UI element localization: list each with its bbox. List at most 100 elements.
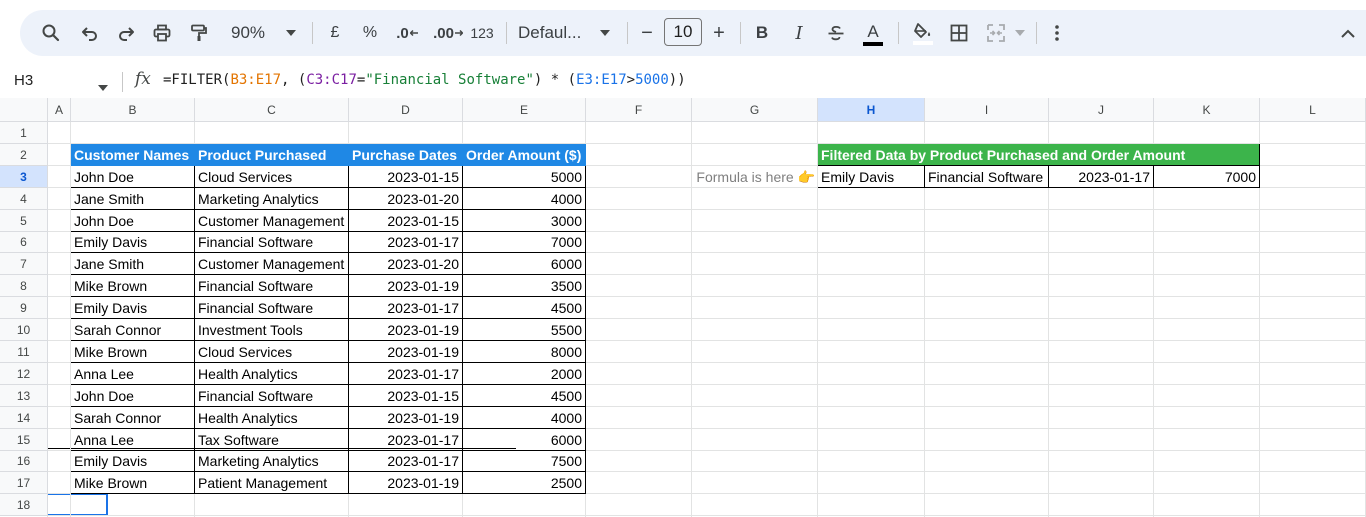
table-cell[interactable]: 2023-01-19 bbox=[349, 472, 463, 494]
font-family-select[interactable]: Defaul... bbox=[518, 10, 590, 56]
fill-color-button[interactable] bbox=[908, 10, 938, 56]
table-cell[interactable]: 7500 bbox=[463, 451, 586, 472]
table-cell[interactable]: Sarah Connor bbox=[71, 319, 195, 341]
decrease-font-size-button[interactable]: − bbox=[634, 10, 660, 56]
redo-button[interactable] bbox=[109, 10, 143, 56]
undo-button[interactable] bbox=[73, 10, 107, 56]
table-cell[interactable]: Investment Tools bbox=[195, 319, 349, 341]
table-cell[interactable]: 2023-01-17 bbox=[349, 297, 463, 319]
table-cell[interactable]: Anna Lee bbox=[71, 429, 195, 451]
table-cell[interactable]: 2023-01-19 bbox=[349, 319, 463, 341]
row-header-10[interactable]: 10 bbox=[0, 319, 48, 341]
row-header-13[interactable]: 13 bbox=[0, 385, 48, 407]
table-cell[interactable]: Customer Management bbox=[195, 253, 349, 275]
column-header-l[interactable]: L bbox=[1260, 98, 1366, 122]
table-cell[interactable]: 2023-01-17 bbox=[349, 363, 463, 385]
row-header-7[interactable]: 7 bbox=[0, 253, 48, 275]
table-cell[interactable]: 2023-01-15 bbox=[349, 210, 463, 232]
formula-input[interactable]: =FILTER(B3:E17, (C3:C17="Financial Softw… bbox=[163, 72, 686, 88]
table-cell[interactable]: 2023-01-17 bbox=[349, 451, 463, 472]
column-header-d[interactable]: D bbox=[349, 98, 463, 122]
table-cell[interactable]: John Doe bbox=[71, 385, 195, 407]
table-cell[interactable]: 3000 bbox=[463, 210, 586, 232]
row-header-3[interactable]: 3 bbox=[0, 166, 48, 188]
table-cell[interactable]: John Doe bbox=[71, 166, 195, 188]
row-header-4[interactable]: 4 bbox=[0, 188, 48, 210]
table-cell[interactable]: Health Analytics bbox=[195, 363, 349, 385]
table-cell[interactable]: 5000 bbox=[463, 166, 586, 188]
more-options-button[interactable] bbox=[1044, 10, 1070, 56]
print-button[interactable] bbox=[145, 10, 179, 56]
table-cell[interactable]: Marketing Analytics bbox=[195, 188, 349, 210]
table-cell[interactable]: Jane Smith bbox=[71, 253, 195, 275]
table-header-cell[interactable]: Order Amount ($) bbox=[463, 144, 586, 166]
text-color-button[interactable]: A bbox=[858, 10, 888, 56]
filtered-cell[interactable]: 7000 bbox=[1154, 166, 1260, 188]
table-cell[interactable]: 6000 bbox=[463, 253, 586, 275]
row-header-9[interactable]: 9 bbox=[0, 297, 48, 319]
filtered-cell[interactable]: 2023-01-17 bbox=[1049, 166, 1154, 188]
table-cell[interactable]: Mike Brown bbox=[71, 341, 195, 363]
table-cell[interactable]: 2023-01-19 bbox=[349, 407, 463, 429]
search-menus-button[interactable] bbox=[34, 10, 68, 56]
column-header-i[interactable]: I bbox=[925, 98, 1049, 122]
table-cell[interactable]: 2000 bbox=[463, 363, 586, 385]
table-cell[interactable]: 4500 bbox=[463, 297, 586, 319]
table-cell[interactable]: 7000 bbox=[463, 232, 586, 253]
merge-cells-button[interactable] bbox=[982, 10, 1010, 56]
table-cell[interactable]: Cloud Services bbox=[195, 166, 349, 188]
table-cell[interactable]: Emily Davis bbox=[71, 232, 195, 253]
table-cell[interactable]: 5500 bbox=[463, 319, 586, 341]
table-cell[interactable]: 2023-01-20 bbox=[349, 253, 463, 275]
decrease-decimals-button[interactable]: .0 bbox=[392, 10, 422, 56]
font-size-input[interactable]: 10 bbox=[664, 18, 702, 46]
table-cell[interactable]: Customer Management bbox=[195, 210, 349, 232]
table-cell[interactable]: Sarah Connor bbox=[71, 407, 195, 429]
name-box-dropdown[interactable] bbox=[98, 78, 108, 96]
bold-button[interactable]: B bbox=[748, 10, 776, 56]
more-formats-button[interactable]: 123 bbox=[467, 10, 497, 56]
column-header-c[interactable]: C bbox=[195, 98, 349, 122]
column-header-h[interactable]: H bbox=[818, 98, 925, 122]
paint-format-button[interactable] bbox=[182, 10, 216, 56]
row-header-6[interactable]: 6 bbox=[0, 232, 48, 253]
table-cell[interactable]: Mike Brown bbox=[71, 472, 195, 494]
table-cell[interactable]: Patient Management bbox=[195, 472, 349, 494]
table-cell[interactable]: Emily Davis bbox=[71, 297, 195, 319]
table-cell[interactable]: 3500 bbox=[463, 275, 586, 297]
table-cell[interactable]: Cloud Services bbox=[195, 341, 349, 363]
zoom-select[interactable]: 90% bbox=[223, 10, 273, 56]
row-header-8[interactable]: 8 bbox=[0, 275, 48, 297]
table-cell[interactable]: 6000 bbox=[463, 429, 586, 451]
table-cell[interactable]: Financial Software bbox=[195, 385, 349, 407]
filtered-cell[interactable]: Financial Software bbox=[925, 166, 1049, 188]
filtered-title-cell[interactable]: Filtered Data by Product Purchased and O… bbox=[818, 144, 1260, 166]
borders-button[interactable] bbox=[944, 10, 974, 56]
row-header-11[interactable]: 11 bbox=[0, 341, 48, 363]
table-cell[interactable]: John Doe bbox=[71, 210, 195, 232]
table-header-cell[interactable]: Purchase Dates bbox=[349, 144, 463, 166]
table-cell[interactable]: Mike Brown bbox=[71, 275, 195, 297]
table-cell[interactable]: Tax Software bbox=[195, 429, 349, 451]
table-cell[interactable]: Financial Software bbox=[195, 275, 349, 297]
table-cell[interactable]: 2023-01-19 bbox=[349, 341, 463, 363]
row-header-5[interactable]: 5 bbox=[0, 210, 48, 232]
row-header-14[interactable]: 14 bbox=[0, 407, 48, 429]
row-header-18[interactable]: 18 bbox=[0, 494, 48, 516]
column-header-a[interactable]: A bbox=[48, 98, 71, 122]
column-header-b[interactable]: B bbox=[71, 98, 195, 122]
row-header-1[interactable]: 1 bbox=[0, 122, 48, 144]
table-cell[interactable]: 2023-01-15 bbox=[349, 385, 463, 407]
column-header-k[interactable]: K bbox=[1154, 98, 1260, 122]
table-cell[interactable]: 8000 bbox=[463, 341, 586, 363]
zoom-dropdown-arrow[interactable] bbox=[281, 10, 301, 56]
italic-button[interactable]: I bbox=[785, 10, 813, 56]
row-header-2[interactable]: 2 bbox=[0, 144, 48, 166]
column-header-e[interactable]: E bbox=[463, 98, 586, 122]
table-cell[interactable]: 2023-01-17 bbox=[349, 232, 463, 253]
collapse-toolbar-button[interactable] bbox=[1336, 10, 1360, 56]
format-currency-button[interactable]: £ bbox=[322, 10, 348, 56]
table-cell[interactable]: Financial Software bbox=[195, 297, 349, 319]
format-percent-button[interactable]: % bbox=[357, 10, 383, 56]
row-header-12[interactable]: 12 bbox=[0, 363, 48, 385]
